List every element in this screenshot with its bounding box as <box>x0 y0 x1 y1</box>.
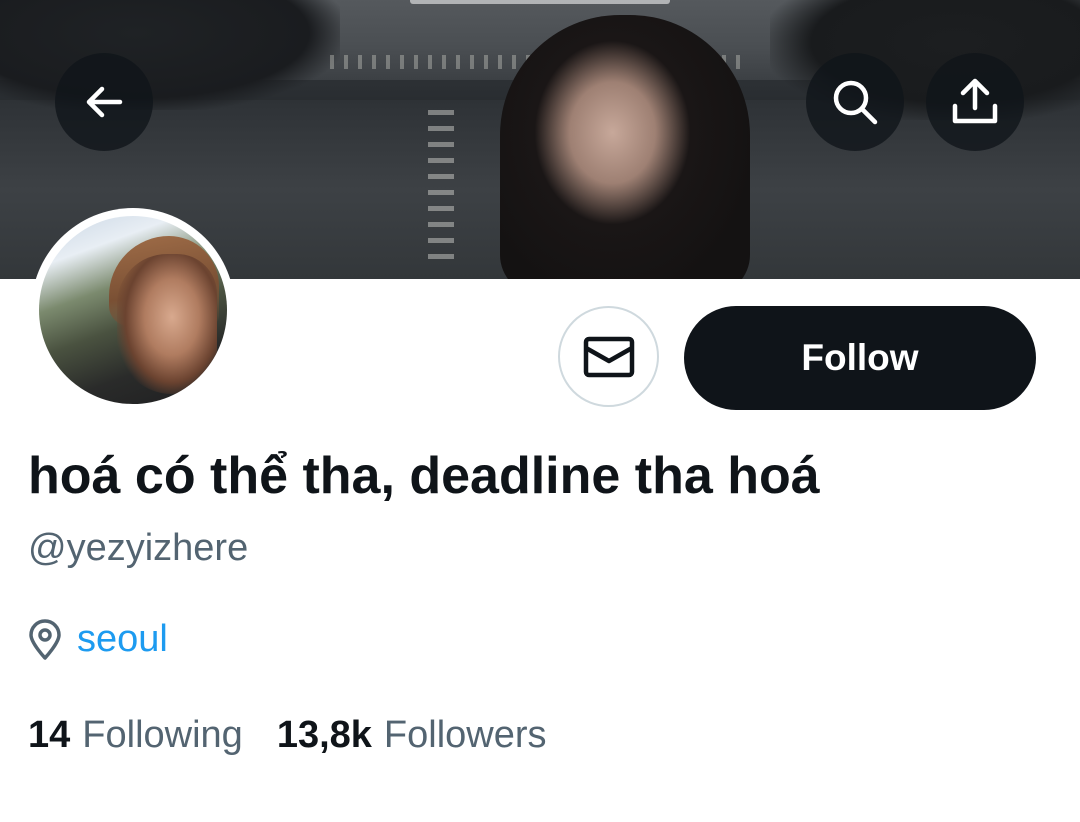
banner-trees-left <box>0 0 340 110</box>
back-button[interactable] <box>55 53 153 151</box>
followers-link[interactable]: 13,8k Followers <box>277 714 547 757</box>
message-button[interactable] <box>558 306 659 407</box>
avatar[interactable] <box>31 208 235 412</box>
location: seoul <box>27 618 168 661</box>
following-label: Following <box>82 714 243 756</box>
search-button[interactable] <box>806 53 904 151</box>
arrow-left-icon <box>86 86 123 118</box>
location-pin-icon <box>29 618 61 660</box>
follow-stats: 14 Following 13,8k Followers <box>28 714 547 757</box>
followers-count: 13,8k <box>276 714 372 756</box>
share-upload-icon <box>952 78 998 124</box>
envelope-icon <box>583 336 634 377</box>
share-button[interactable] <box>926 53 1024 151</box>
avatar-face <box>117 254 217 394</box>
avatar-image <box>39 216 227 404</box>
following-count: 14 <box>28 714 71 756</box>
banner-light-reflection <box>428 110 454 270</box>
display-name: hoá có thể tha, deadline tha hoá <box>28 447 820 505</box>
banner-top-indicator <box>410 0 670 4</box>
follow-button[interactable]: Follow <box>684 306 1036 410</box>
banner-person <box>500 15 750 279</box>
location-text: seoul <box>77 618 168 660</box>
followers-label: Followers <box>383 714 547 756</box>
search-icon <box>833 80 878 125</box>
following-link[interactable]: 14 Following <box>28 714 243 757</box>
user-handle: @yezyizhere <box>28 527 249 569</box>
